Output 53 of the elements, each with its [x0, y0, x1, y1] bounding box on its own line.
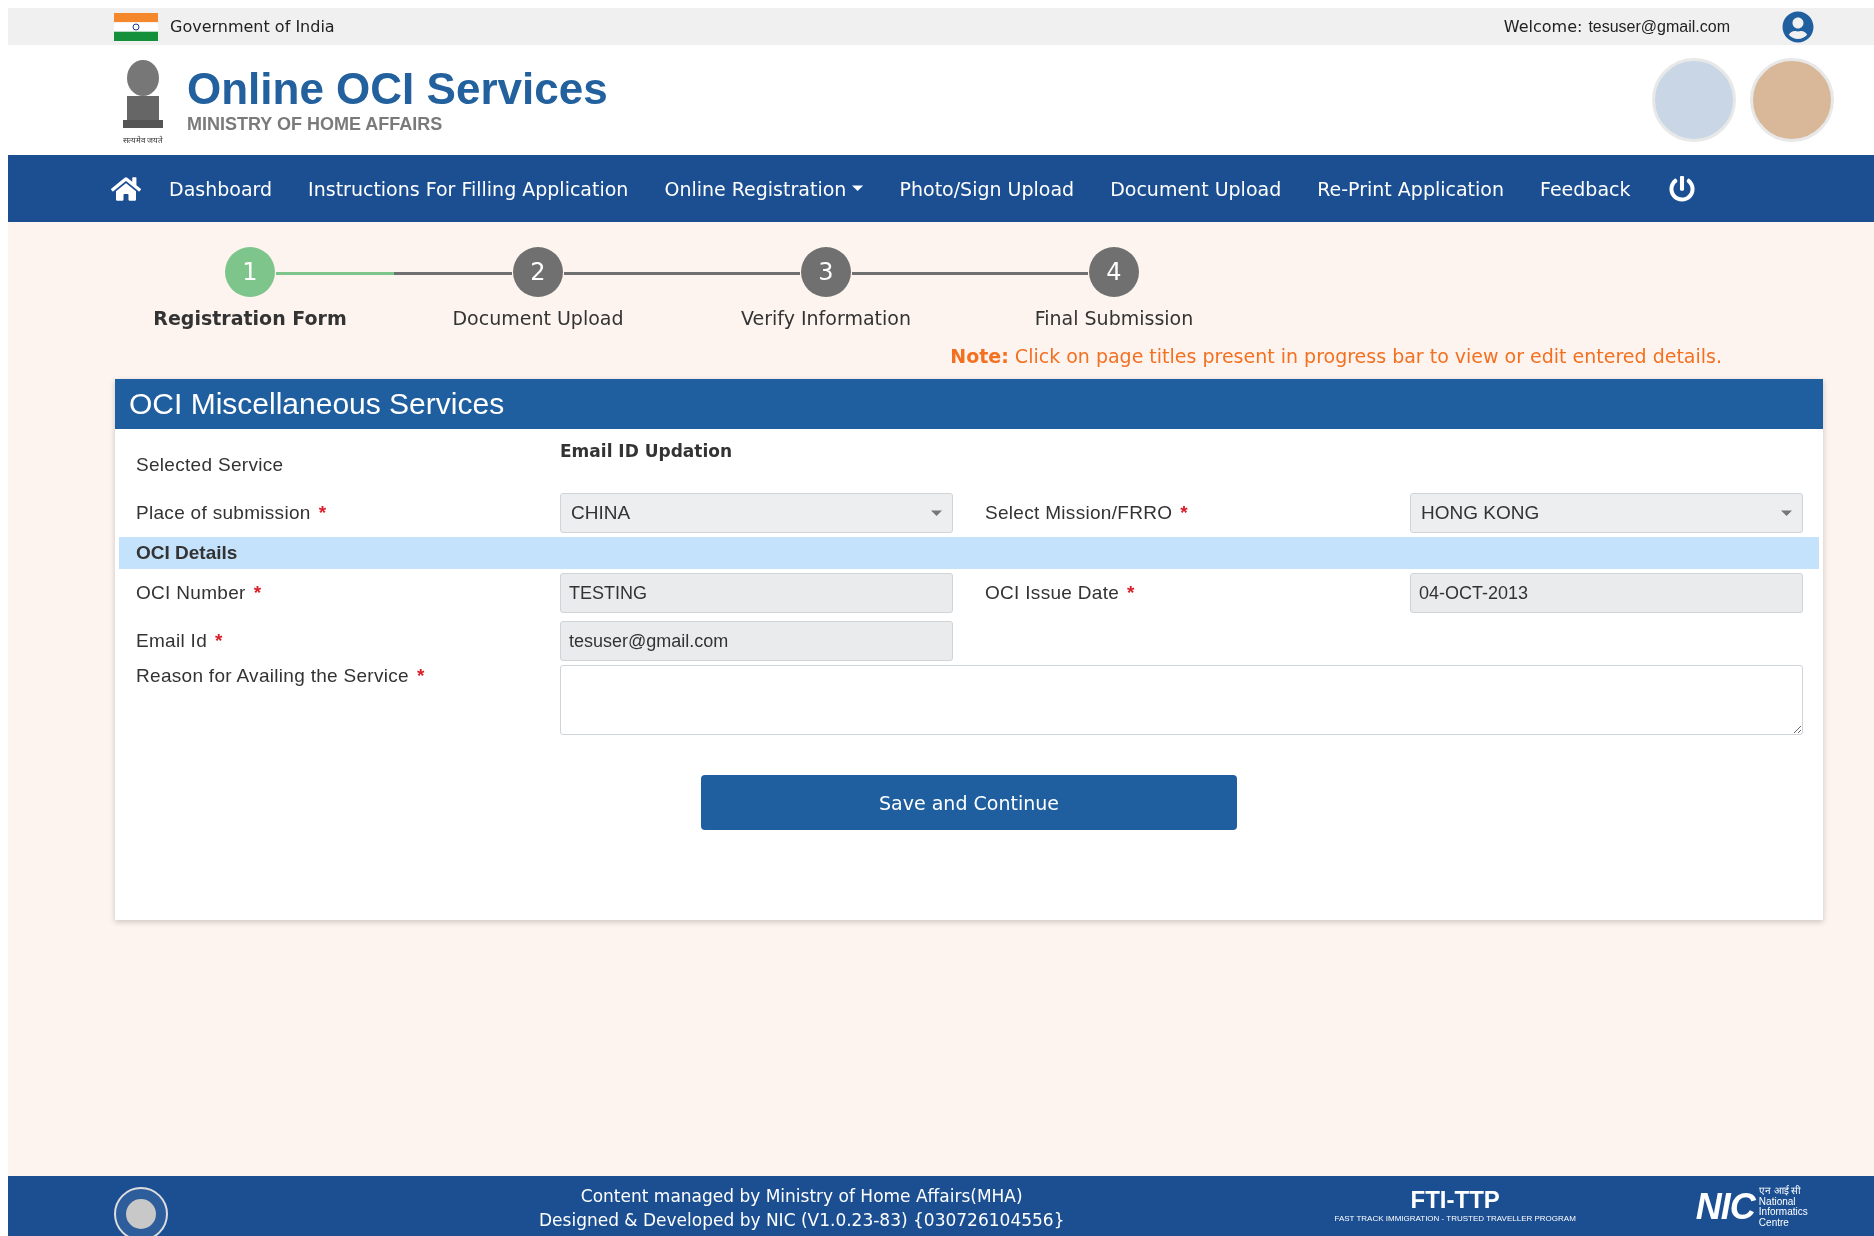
nav-link[interactable]: Online Registration [646, 177, 882, 200]
caret-icon [930, 509, 942, 517]
nav-link[interactable]: Dashboard [151, 177, 291, 200]
nav-link[interactable]: Re-Print Application [1299, 177, 1523, 200]
input-field[interactable]: tesuser@gmail.com [560, 621, 953, 661]
footer-text: Designed & Developed by NIC (V1.0.23-83) {030726104556} [539, 1210, 1065, 1230]
section-header: OCI Details [119, 537, 1819, 569]
step-number[interactable]: 3 [801, 247, 851, 297]
field-label: Reason for Availing the Service * [135, 665, 426, 687]
user-email: tesuser@gmail.com [1588, 17, 1730, 36]
site-subtitle: MINISTRY OF HOME AFFAIRS [187, 113, 444, 135]
select-field[interactable]: CHINA [560, 493, 953, 533]
field-label: OCI Number * [135, 582, 263, 604]
footer-text: Content managed by Ministry of Home Affairs(MHA) [580, 1186, 1023, 1206]
save-continue-button[interactable]: Save and Continue [701, 775, 1237, 830]
field-label: Selected Service [135, 454, 285, 476]
nic-name: National [1758, 1196, 1797, 1207]
step-label[interactable]: Verify Information [741, 307, 911, 329]
selected-service-value: Email ID Updation [560, 441, 734, 461]
textarea-field[interactable] [560, 665, 1803, 735]
user-icon[interactable] [1782, 10, 1814, 43]
nav-link[interactable]: Photo/Sign Upload [881, 177, 1093, 200]
nic-name: Centre [1758, 1217, 1790, 1228]
field-label: Select Mission/FRRO * [984, 502, 1189, 524]
step-label[interactable]: Final Submission [1034, 307, 1194, 329]
fti-logo: FTI-TTP [1410, 1186, 1500, 1214]
fti-tagline: FAST TRACK IMMIGRATION - TRUSTED TRAVELLER PROGRAM [1334, 1214, 1576, 1223]
field-label: OCI Issue Date * [984, 582, 1136, 604]
seal-icon [113, 1186, 169, 1236]
nic-hindi: एन आई सी [1758, 1186, 1803, 1197]
note-text: Note: Click on page titles present in progress bar to view or edit entered details. [950, 345, 1722, 367]
field-label: Place of submission * [135, 502, 328, 524]
panel-title: OCI Miscellaneous Services [115, 379, 1823, 429]
government-title: Government of India [170, 17, 335, 36]
step-number[interactable]: 4 [1089, 247, 1139, 297]
select-field[interactable]: HONG KONG [1410, 493, 1803, 533]
field-label: Email Id * [135, 630, 224, 652]
site-title: Online OCI Services [187, 65, 608, 114]
flag-icon [114, 12, 158, 41]
power-icon[interactable] [1668, 175, 1695, 202]
nic-name: Informatics [1758, 1207, 1808, 1218]
input-field[interactable]: 04-OCT-2013 [1410, 573, 1803, 613]
step-label[interactable]: Registration Form [153, 307, 347, 329]
nav-link[interactable]: Document Upload [1092, 177, 1300, 200]
input-field[interactable]: TESTING [560, 573, 953, 613]
welcome-label: Welcome: [1503, 17, 1583, 36]
nav-link[interactable]: Feedback [1522, 177, 1649, 200]
step-number[interactable]: 2 [513, 247, 563, 297]
nic-logo: NIC [1695, 1186, 1755, 1228]
nav-link[interactable]: Instructions For Filling Application [290, 177, 647, 200]
caret-icon [1780, 509, 1792, 517]
emblem-motto: सत्यमेव जयते [122, 134, 164, 145]
step-label[interactable]: Document Upload [452, 307, 624, 329]
